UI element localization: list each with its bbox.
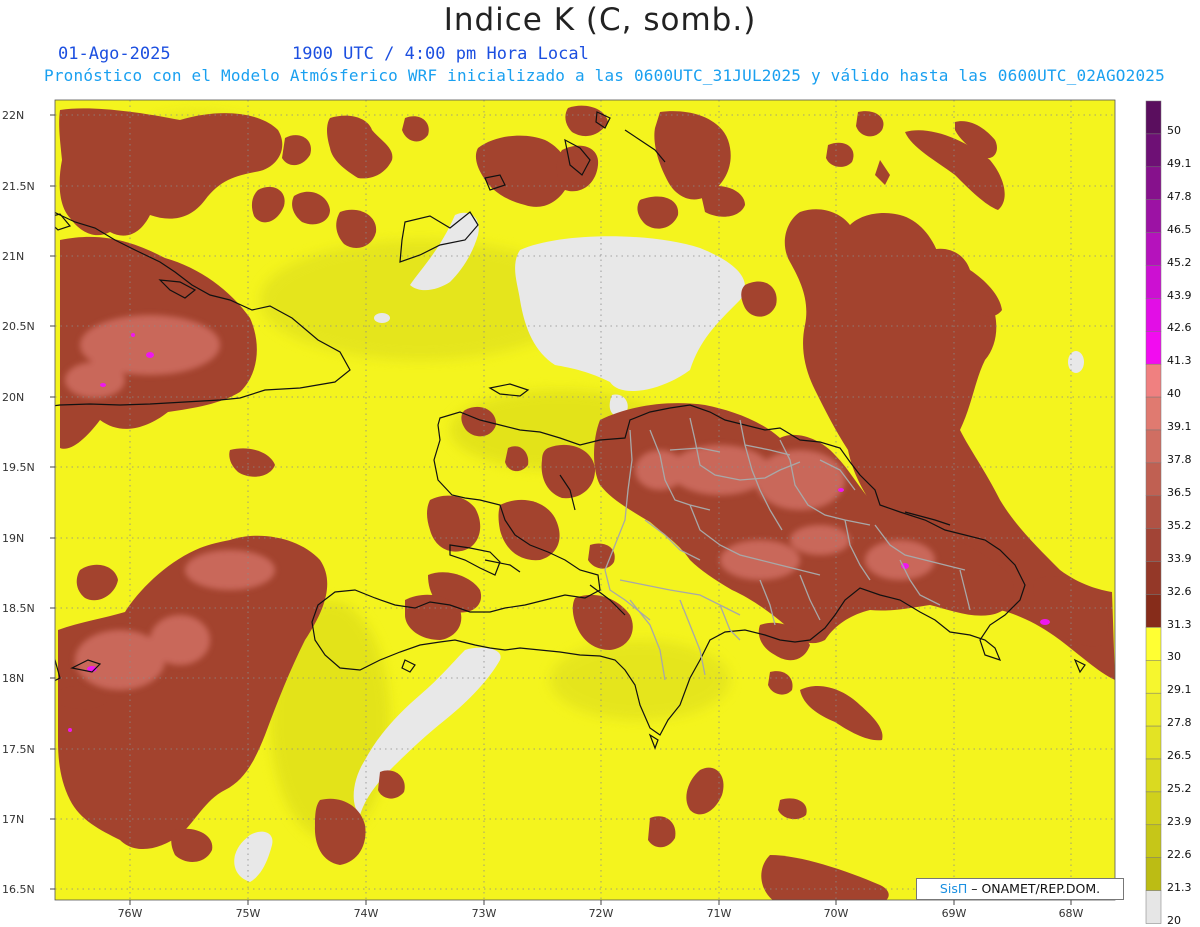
- colorbar-label: 50: [1167, 124, 1181, 137]
- colorbar-swatch: [1145, 265, 1162, 299]
- colorbar-label: 30: [1167, 650, 1181, 664]
- colorbar-swatch: [1145, 890, 1162, 924]
- colorbar-swatch: [1145, 133, 1162, 168]
- colorbar-label: 36.5: [1167, 485, 1192, 499]
- colorbar-swatch: [1145, 692, 1162, 727]
- colorbar-label: 26.5: [1167, 749, 1192, 763]
- colorbar-label: 40: [1167, 387, 1181, 401]
- colorbar-label: 29.1: [1167, 683, 1192, 697]
- colorbar-label: 35.2: [1167, 518, 1192, 532]
- colorbar-label: 22.6: [1167, 847, 1192, 861]
- lat-label: 21.5N: [2, 180, 35, 193]
- lat-label: 21N: [2, 250, 24, 263]
- colorbar-swatch: [1145, 528, 1162, 562]
- lat-label: 22N: [2, 109, 24, 122]
- colorbar-swatch: [1145, 824, 1162, 858]
- colorbar-swatch: [1145, 331, 1162, 365]
- colorbar-swatch: [1145, 857, 1162, 891]
- colorbar-label: 45.2: [1167, 255, 1192, 269]
- colorbar-swatch: [1145, 199, 1162, 233]
- colorbar-label: 42.6: [1167, 321, 1192, 335]
- colorbar: [1145, 100, 1162, 924]
- colorbar-swatch: [1145, 429, 1162, 464]
- brand-logo: SisΠ: [939, 881, 968, 896]
- colorbar-label: 23.9: [1167, 814, 1192, 828]
- colorbar-label: 31.3: [1167, 617, 1192, 631]
- lon-label: 76W: [118, 907, 143, 920]
- colorbar-swatch: [1145, 462, 1162, 497]
- colorbar-label: 27.8: [1167, 716, 1192, 730]
- colorbar-label: 20: [1167, 913, 1181, 927]
- lon-label: 72W: [589, 907, 614, 920]
- colorbar-swatch: [1145, 561, 1162, 595]
- colorbar-swatch: [1145, 166, 1162, 200]
- lon-label: 73W: [472, 907, 497, 920]
- colorbar-swatch: [1145, 791, 1162, 826]
- lat-label: 20N: [2, 391, 24, 404]
- lat-label: 18N: [2, 672, 24, 685]
- colorbar-label: 41.3: [1167, 354, 1192, 368]
- credit-text: – ONAMET/REP.DOM.: [971, 881, 1101, 896]
- colorbar-label: 37.8: [1167, 453, 1192, 466]
- colorbar-swatch: [1145, 396, 1162, 431]
- colorbar-swatch: [1145, 660, 1162, 694]
- colorbar-label: 46.5: [1167, 222, 1192, 236]
- colorbar-label: 25.2: [1167, 782, 1192, 795]
- lat-label: 20.5N: [2, 320, 35, 333]
- lon-axis: 76W 75W 74W 73W 72W 71W 70W 69W 68W: [118, 900, 1084, 920]
- lat-axis: 22N 21.5N 21N 20.5N 20N 19.5N 19N 18.5N …: [2, 109, 55, 896]
- colorbar-swatch: [1145, 725, 1162, 760]
- colorbar-swatch: [1145, 363, 1162, 398]
- colorbar-label: 39.1: [1167, 420, 1192, 434]
- colorbar-label: 33.9: [1167, 551, 1192, 565]
- map-canvas[interactable]: 22N 21.5N 21N 20.5N 20N 19.5N 19N 18.5N …: [0, 0, 1200, 927]
- lon-label: 68W: [1059, 907, 1084, 920]
- colorbar-label: 43.9: [1167, 288, 1192, 302]
- colorbar-swatch: [1145, 594, 1162, 628]
- colorbar-swatch: [1145, 232, 1162, 266]
- lat-label: 19.5N: [2, 461, 35, 474]
- lat-label: 18.5N: [2, 602, 35, 615]
- colorbar-swatch: [1145, 758, 1162, 793]
- lon-label: 75W: [236, 907, 261, 920]
- colorbar-label: 32.6: [1167, 584, 1192, 598]
- colorbar-swatch: [1145, 298, 1162, 332]
- colorbar-swatch: [1145, 495, 1162, 529]
- lon-label: 69W: [942, 907, 967, 920]
- lat-label: 17.5N: [2, 743, 35, 756]
- colorbar-swatch: [1145, 100, 1162, 135]
- colorbar-label: 49.1: [1167, 156, 1192, 170]
- lon-label: 71W: [707, 907, 732, 920]
- lon-label: 74W: [354, 907, 379, 920]
- lat-label: 16.5N: [2, 883, 35, 896]
- lon-label: 70W: [824, 907, 849, 920]
- k-index-field: [55, 100, 1115, 900]
- colorbar-label: 21.3: [1167, 880, 1192, 894]
- credit-box: SisΠ – ONAMET/REP.DOM.: [916, 878, 1124, 900]
- colorbar-swatch: [1145, 627, 1162, 661]
- lat-label: 17N: [2, 813, 24, 826]
- colorbar-label: 47.8: [1167, 189, 1192, 203]
- lat-label: 19N: [2, 532, 24, 545]
